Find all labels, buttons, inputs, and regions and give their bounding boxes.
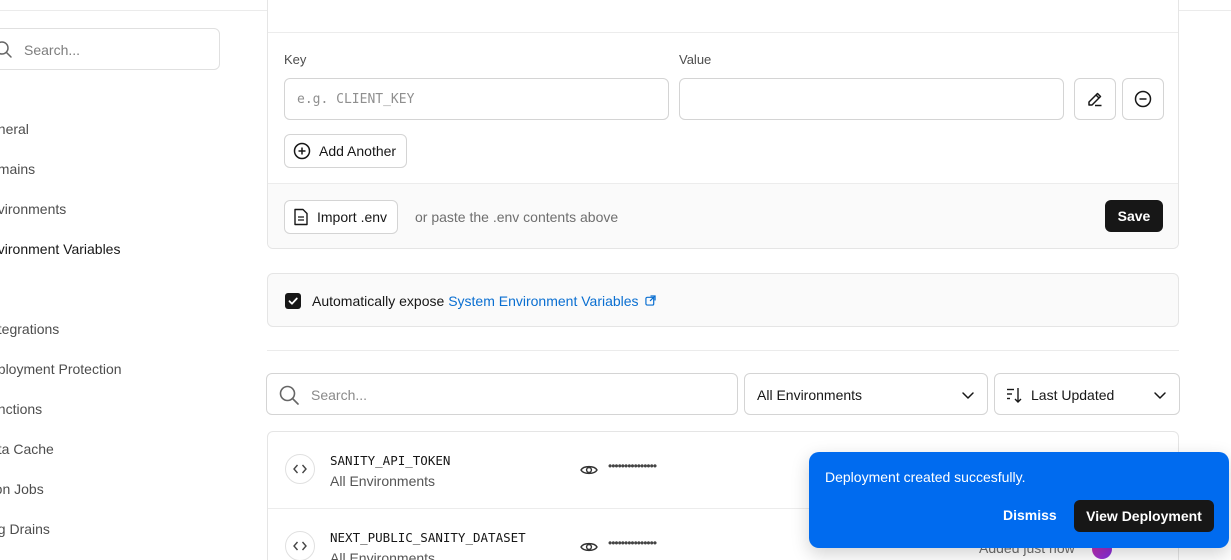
sidebar-search-placeholder: Search...: [24, 42, 81, 58]
view-deployment-button[interactable]: View Deployment: [1074, 500, 1214, 532]
expose-checkbox[interactable]: [285, 293, 301, 309]
variable-environments: All Environments: [330, 473, 436, 489]
expose-system-vars-box: Automatically expose System Environment …: [267, 273, 1179, 327]
check-icon: [288, 297, 298, 305]
sidebar-item-environment-variables[interactable]: nvironment Variables: [0, 229, 210, 269]
file-icon: [294, 208, 308, 226]
variable-name: NEXT_PUBLIC_SANITY_DATASET: [330, 530, 526, 545]
expose-text: Automatically expose System Environment …: [312, 293, 657, 309]
env-var-form-card: Key Value e.g. CLIENT_KEY Add Another Im…: [267, 0, 1179, 249]
sidebar-item-general[interactable]: eneral: [0, 109, 210, 149]
expose-label: Automatically expose: [312, 293, 445, 309]
value-label: Value: [679, 52, 712, 67]
key-input[interactable]: e.g. CLIENT_KEY: [284, 78, 669, 120]
import-env-button[interactable]: Import .env: [284, 200, 399, 234]
search-icon: [279, 385, 299, 405]
sort-icon: [1007, 388, 1022, 403]
form-footer: Import .env or paste the .env contents a…: [268, 183, 1178, 248]
minus-circle-icon: [1134, 90, 1152, 108]
variable-name: SANITY_API_TOKEN: [330, 453, 451, 468]
sidebar-item-environments[interactable]: nvironments: [0, 189, 210, 229]
value-input[interactable]: [679, 78, 1064, 120]
sidebar-item-deployment-protection[interactable]: eployment Protection: [0, 349, 210, 389]
variable-masked-value: •••••••••••••••: [608, 536, 657, 550]
sidebar-item-cron-jobs[interactable]: ron Jobs: [0, 469, 210, 509]
code-icon: [285, 531, 315, 560]
chevron-down-icon: [962, 392, 974, 399]
remove-row-button[interactable]: [1122, 78, 1164, 120]
deployment-toast: Deployment created succesfully. Dismiss …: [809, 452, 1229, 548]
sidebar-item-functions[interactable]: unctions: [0, 389, 210, 429]
toast-message: Deployment created succesfully.: [825, 469, 1026, 485]
sidebar-item-data-cache[interactable]: ata Cache: [0, 429, 210, 469]
key-placeholder: e.g. CLIENT_KEY: [297, 92, 415, 107]
add-another-button[interactable]: Add Another: [284, 134, 408, 168]
save-button[interactable]: Save: [1105, 200, 1163, 232]
dismiss-button[interactable]: Dismiss: [1003, 507, 1057, 523]
code-icon: [285, 454, 315, 484]
section-divider: [267, 350, 1179, 351]
sidebar-item-git[interactable]: it: [0, 269, 210, 309]
search-icon: [0, 41, 12, 58]
add-another-label: Add Another: [319, 143, 397, 159]
variables-search-input[interactable]: Search...: [266, 373, 738, 415]
import-env-label: Import .env: [317, 209, 388, 225]
environment-filter-value: All Environments: [757, 387, 863, 403]
sidebar-item-log-drains[interactable]: og Drains: [0, 509, 210, 549]
environment-filter-select[interactable]: All Environments: [744, 373, 988, 415]
edit-button[interactable]: [1074, 78, 1116, 120]
plus-circle-icon: [293, 142, 311, 160]
external-link-icon: [645, 295, 657, 306]
eye-icon[interactable]: [580, 461, 598, 479]
sidebar-search-input[interactable]: Search...: [0, 28, 220, 70]
sort-value: Last Updated: [1031, 387, 1115, 403]
variable-environments: All Environments: [330, 550, 436, 560]
variables-search-placeholder: Search...: [311, 387, 368, 403]
eye-icon[interactable]: [580, 538, 598, 556]
sidebar-item-integrations[interactable]: ntegrations: [0, 309, 210, 349]
card-divider: [268, 32, 1178, 33]
paste-hint: or paste the .env contents above: [415, 209, 619, 225]
variable-masked-value: •••••••••••••••: [608, 459, 657, 473]
key-label: Key: [284, 52, 307, 67]
sort-select[interactable]: Last Updated: [994, 373, 1180, 415]
system-env-vars-link[interactable]: System Environment Variables: [448, 293, 657, 309]
sidebar-item-domains[interactable]: omains: [0, 149, 210, 189]
chevron-down-icon: [1154, 392, 1166, 399]
pencil-icon: [1088, 92, 1102, 107]
